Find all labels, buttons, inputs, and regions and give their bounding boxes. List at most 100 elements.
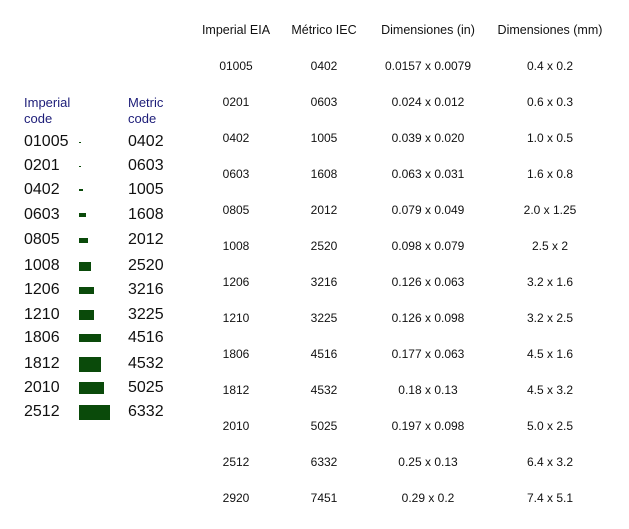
package-size-swatch [79,287,94,294]
cell-metrico-iec: 1608 [310,167,338,181]
legend-metric-code: 1005 [128,181,164,198]
header-imperial-eia: Imperial EIA [201,23,271,37]
legend-metric-code: 0402 [128,133,164,150]
package-size-legend: Imperial code Metric code 01005 0402 0201 0… [0,0,190,529]
package-size-swatch [79,262,91,271]
cell-dimensiones-in: 0.079 x 0.049 [391,203,465,217]
package-size-swatch [79,357,101,372]
legend-metric-code: 0603 [128,157,164,174]
legend-metric-code: 6332 [128,403,164,420]
legend-row: 0201 0603 [0,155,190,177]
cell-dimensiones-mm: 0.6 x 0.3 [526,95,574,109]
legend-row: 1210 3225 [0,304,190,326]
package-size-swatch [79,382,104,394]
cell-dimensiones-in: 0.098 x 0.079 [391,239,465,253]
legend-metric-code: 5025 [128,379,164,396]
cell-dimensiones-mm: 5.0 x 2.5 [526,419,574,433]
cell-dimensiones-mm: 2.5 x 2 [531,239,569,253]
legend-metric-code: 2012 [128,231,164,248]
cell-dimensiones-in: 0.18 x 0.13 [398,383,458,397]
cell-dimensiones-in: 0.177 x 0.063 [391,347,465,361]
legend-imperial-code: 0402 [24,181,60,198]
legend-metric-code: 1608 [128,206,164,223]
legend-imperial-code: 2010 [24,379,60,396]
legend-imperial-code: 1206 [24,281,60,298]
legend-imperial-code: 1812 [24,355,60,372]
cell-imperial-eia: 1806 [222,347,250,361]
legend-imperial-code: 0603 [24,206,60,223]
cell-dimensiones-in: 0.29 x 0.2 [401,491,455,505]
legend-imperial-code: 01005 [24,133,69,150]
cell-imperial-eia: 0201 [222,95,250,109]
cell-imperial-eia: 2010 [222,419,250,433]
cell-dimensiones-in: 0.197 x 0.098 [391,419,465,433]
package-size-swatch [79,142,81,143]
legend-row: 1206 3216 [0,279,190,301]
legend-metric-code: 4516 [128,329,164,346]
legend-imperial-code: 0201 [24,157,60,174]
header-metrico-iec: Métrico IEC [291,23,357,37]
cell-imperial-eia: 01005 [219,59,253,73]
header-dimensiones-mm: Dimensiones (mm) [497,23,603,37]
cell-dimensiones-mm: 4.5 x 1.6 [526,347,574,361]
legend-imperial-code: 1806 [24,329,60,346]
cell-imperial-eia: 0402 [222,131,250,145]
cell-metrico-iec: 5025 [310,419,338,433]
cell-dimensiones-mm: 3.2 x 2.5 [526,311,574,325]
cell-dimensiones-mm: 3.2 x 1.6 [526,275,574,289]
cell-dimensiones-in: 0.024 x 0.012 [391,95,465,109]
package-size-swatch [79,166,81,167]
legend-row: 0402 1005 [0,179,190,201]
cell-dimensiones-in: 0.126 x 0.098 [391,311,465,325]
package-size-swatch [79,213,86,217]
cell-metrico-iec: 3225 [310,311,338,325]
cell-metrico-iec: 2520 [310,239,338,253]
header-dimensiones-in: Dimensiones (in) [381,23,475,37]
cell-imperial-eia: 1812 [222,383,250,397]
cell-imperial-eia: 1210 [222,311,250,325]
package-size-swatch [79,334,101,342]
cell-dimensiones-mm: 1.0 x 0.5 [526,131,574,145]
cell-metrico-iec: 2012 [310,203,338,217]
cell-metrico-iec: 6332 [310,455,338,469]
cell-dimensiones-in: 0.063 x 0.031 [391,167,465,181]
cell-imperial-eia: 0603 [222,167,250,181]
cell-metrico-iec: 7451 [310,491,338,505]
dimensions-table: Imperial EIA Métrico IEC Dimensiones (in… [190,0,629,529]
cell-metrico-iec: 1005 [310,131,338,145]
cell-dimensiones-mm: 0.4 x 0.2 [526,59,574,73]
imperial-code-header: Imperial code [24,95,71,126]
cell-imperial-eia: 1206 [222,275,250,289]
cell-dimensiones-in: 0.039 x 0.020 [391,131,465,145]
legend-row: 1008 2520 [0,255,190,277]
legend-imperial-code: 0805 [24,231,60,248]
legend-row: 0805 2012 [0,229,190,251]
cell-dimensiones-mm: 6.4 x 3.2 [526,455,574,469]
cell-dimensiones-in: 0.126 x 0.063 [391,275,465,289]
metric-code-header: Metric code [128,95,164,126]
cell-dimensiones-mm: 2.0 x 1.25 [523,203,577,217]
legend-imperial-code: 1008 [24,257,60,274]
legend-row: 01005 0402 [0,131,190,153]
legend-metric-code: 2520 [128,257,164,274]
legend-imperial-code: 1210 [24,306,60,323]
cell-dimensiones-in: 0.25 x 0.13 [398,455,458,469]
cell-metrico-iec: 0402 [310,59,338,73]
cell-metrico-iec: 0603 [310,95,338,109]
legend-metric-code: 3225 [128,306,164,323]
legend-metric-code: 3216 [128,281,164,298]
legend-row: 2010 5025 [0,377,190,399]
cell-imperial-eia: 2512 [222,455,250,469]
legend-row: 0603 1608 [0,204,190,226]
cell-imperial-eia: 0805 [222,203,250,217]
cell-dimensiones-in: 0.0157 x 0.0079 [384,59,472,73]
legend-row: 1806 4516 [0,327,190,349]
cell-imperial-eia: 2920 [222,491,250,505]
legend-row: 2512 6332 [0,401,190,423]
legend-imperial-code: 2512 [24,403,60,420]
package-size-swatch [79,405,110,420]
cell-imperial-eia: 1008 [222,239,250,253]
legend-row: 1812 4532 [0,353,190,375]
package-size-swatch [79,310,94,320]
cell-metrico-iec: 4532 [310,383,338,397]
